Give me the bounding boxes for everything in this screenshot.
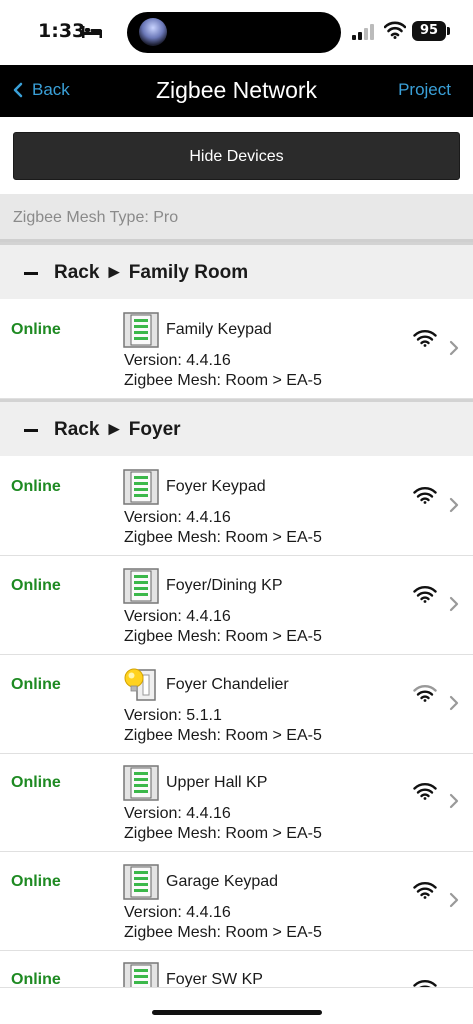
collapse-icon [24, 272, 38, 275]
wifi-signal-icon [413, 783, 437, 800]
device-name: Foyer SW KP [166, 971, 263, 988]
device-status: Online [11, 873, 61, 890]
device-row[interactable]: Online Foyer/Dining KP Version: 4.4.16 Z… [0, 557, 473, 655]
status-time: 1:33 [38, 20, 86, 42]
device-name: Foyer Chandelier [166, 676, 289, 693]
home-indicator[interactable] [152, 1010, 322, 1015]
device-name: Foyer/Dining KP [166, 577, 283, 594]
chevron-right-icon [449, 596, 459, 612]
keypad-icon [123, 568, 159, 604]
device-version: Version: 4.4.16 [124, 904, 231, 921]
home-indicator-area [0, 988, 473, 1024]
device-name: Upper Hall KP [166, 774, 268, 791]
keypad-icon [123, 469, 159, 505]
device-version: Version: 5.1.1 [124, 707, 222, 724]
device-mesh: Zigbee Mesh: Room > EA-5 [124, 727, 322, 744]
hide-devices-button[interactable]: Hide Devices [13, 132, 460, 180]
wifi-signal-icon [413, 980, 437, 987]
device-mesh: Zigbee Mesh: Room > EA-5 [124, 825, 322, 842]
device-status: Online [11, 676, 61, 693]
status-bar: 1:33 95 [0, 0, 473, 65]
dynamic-island [127, 12, 341, 53]
battery-indicator: 95 [412, 21, 446, 41]
device-name: Foyer Keypad [166, 478, 266, 495]
keypad-icon [123, 312, 159, 348]
chevron-right-icon [449, 497, 459, 513]
device-mesh: Zigbee Mesh: Room > EA-5 [124, 372, 322, 389]
device-row[interactable]: Online Family Keypad Version: 4.4.16 Zig… [0, 301, 473, 399]
wifi-status-icon [384, 21, 406, 39]
wifi-signal-icon [413, 487, 437, 504]
flashlight-icon [139, 18, 167, 46]
chevron-right-icon [449, 340, 459, 356]
device-mesh: Zigbee Mesh: Room > EA-5 [124, 529, 322, 546]
chevron-right-icon [449, 695, 459, 711]
device-name: Garage Keypad [166, 873, 279, 890]
section-header-foyer[interactable]: Rack ► Foyer [0, 399, 473, 456]
keypad-icon [123, 765, 159, 801]
device-row[interactable]: Online Foyer Chandelier Version: 5.1.1 Z… [0, 656, 473, 754]
mesh-type-label: Zigbee Mesh Type: Pro [13, 209, 179, 226]
wifi-signal-icon [413, 882, 437, 899]
wifi-signal-icon [413, 685, 437, 702]
dimmer-bulb-icon [124, 668, 156, 701]
keypad-icon [123, 962, 159, 987]
device-version: Version: 4.4.16 [124, 805, 231, 822]
collapse-icon [24, 429, 38, 432]
keypad-icon [123, 864, 159, 900]
cellular-signal-icon [352, 24, 374, 40]
navigation-bar: Back Zigbee Network Project [0, 65, 473, 117]
chevron-right-icon [449, 892, 459, 908]
device-name: Family Keypad [166, 321, 272, 338]
device-row[interactable]: Online Garage Keypad Version: 4.4.16 Zig… [0, 853, 473, 951]
device-status: Online [11, 971, 61, 988]
wifi-signal-icon [413, 330, 437, 347]
chevron-right-icon [449, 793, 459, 809]
device-version: Version: 4.4.16 [124, 608, 231, 625]
battery-tip [447, 27, 450, 35]
toolbar: Hide Devices [0, 117, 473, 194]
mesh-type-bar: Zigbee Mesh Type: Pro [0, 194, 473, 242]
section-title: Rack ► Foyer [54, 419, 181, 440]
device-status: Online [11, 577, 61, 594]
device-status: Online [11, 321, 61, 338]
project-button[interactable]: Project [398, 80, 451, 100]
device-version: Version: 4.4.16 [124, 352, 231, 369]
section-title: Rack ► Family Room [54, 262, 249, 283]
device-status: Online [11, 774, 61, 791]
device-mesh: Zigbee Mesh: Room > EA-5 [124, 924, 322, 941]
sleep-focus-icon [82, 26, 102, 38]
section-header-family-room[interactable]: Rack ► Family Room [0, 242, 473, 299]
device-row[interactable]: Online Foyer SW KP [0, 951, 473, 988]
device-mesh: Zigbee Mesh: Room > EA-5 [124, 628, 322, 645]
wifi-signal-icon [413, 586, 437, 603]
device-row[interactable]: Online Upper Hall KP Version: 4.4.16 Zig… [0, 754, 473, 852]
device-version: Version: 4.4.16 [124, 509, 231, 526]
device-status: Online [11, 478, 61, 495]
device-row[interactable]: Online Foyer Keypad Version: 4.4.16 Zigb… [0, 458, 473, 556]
